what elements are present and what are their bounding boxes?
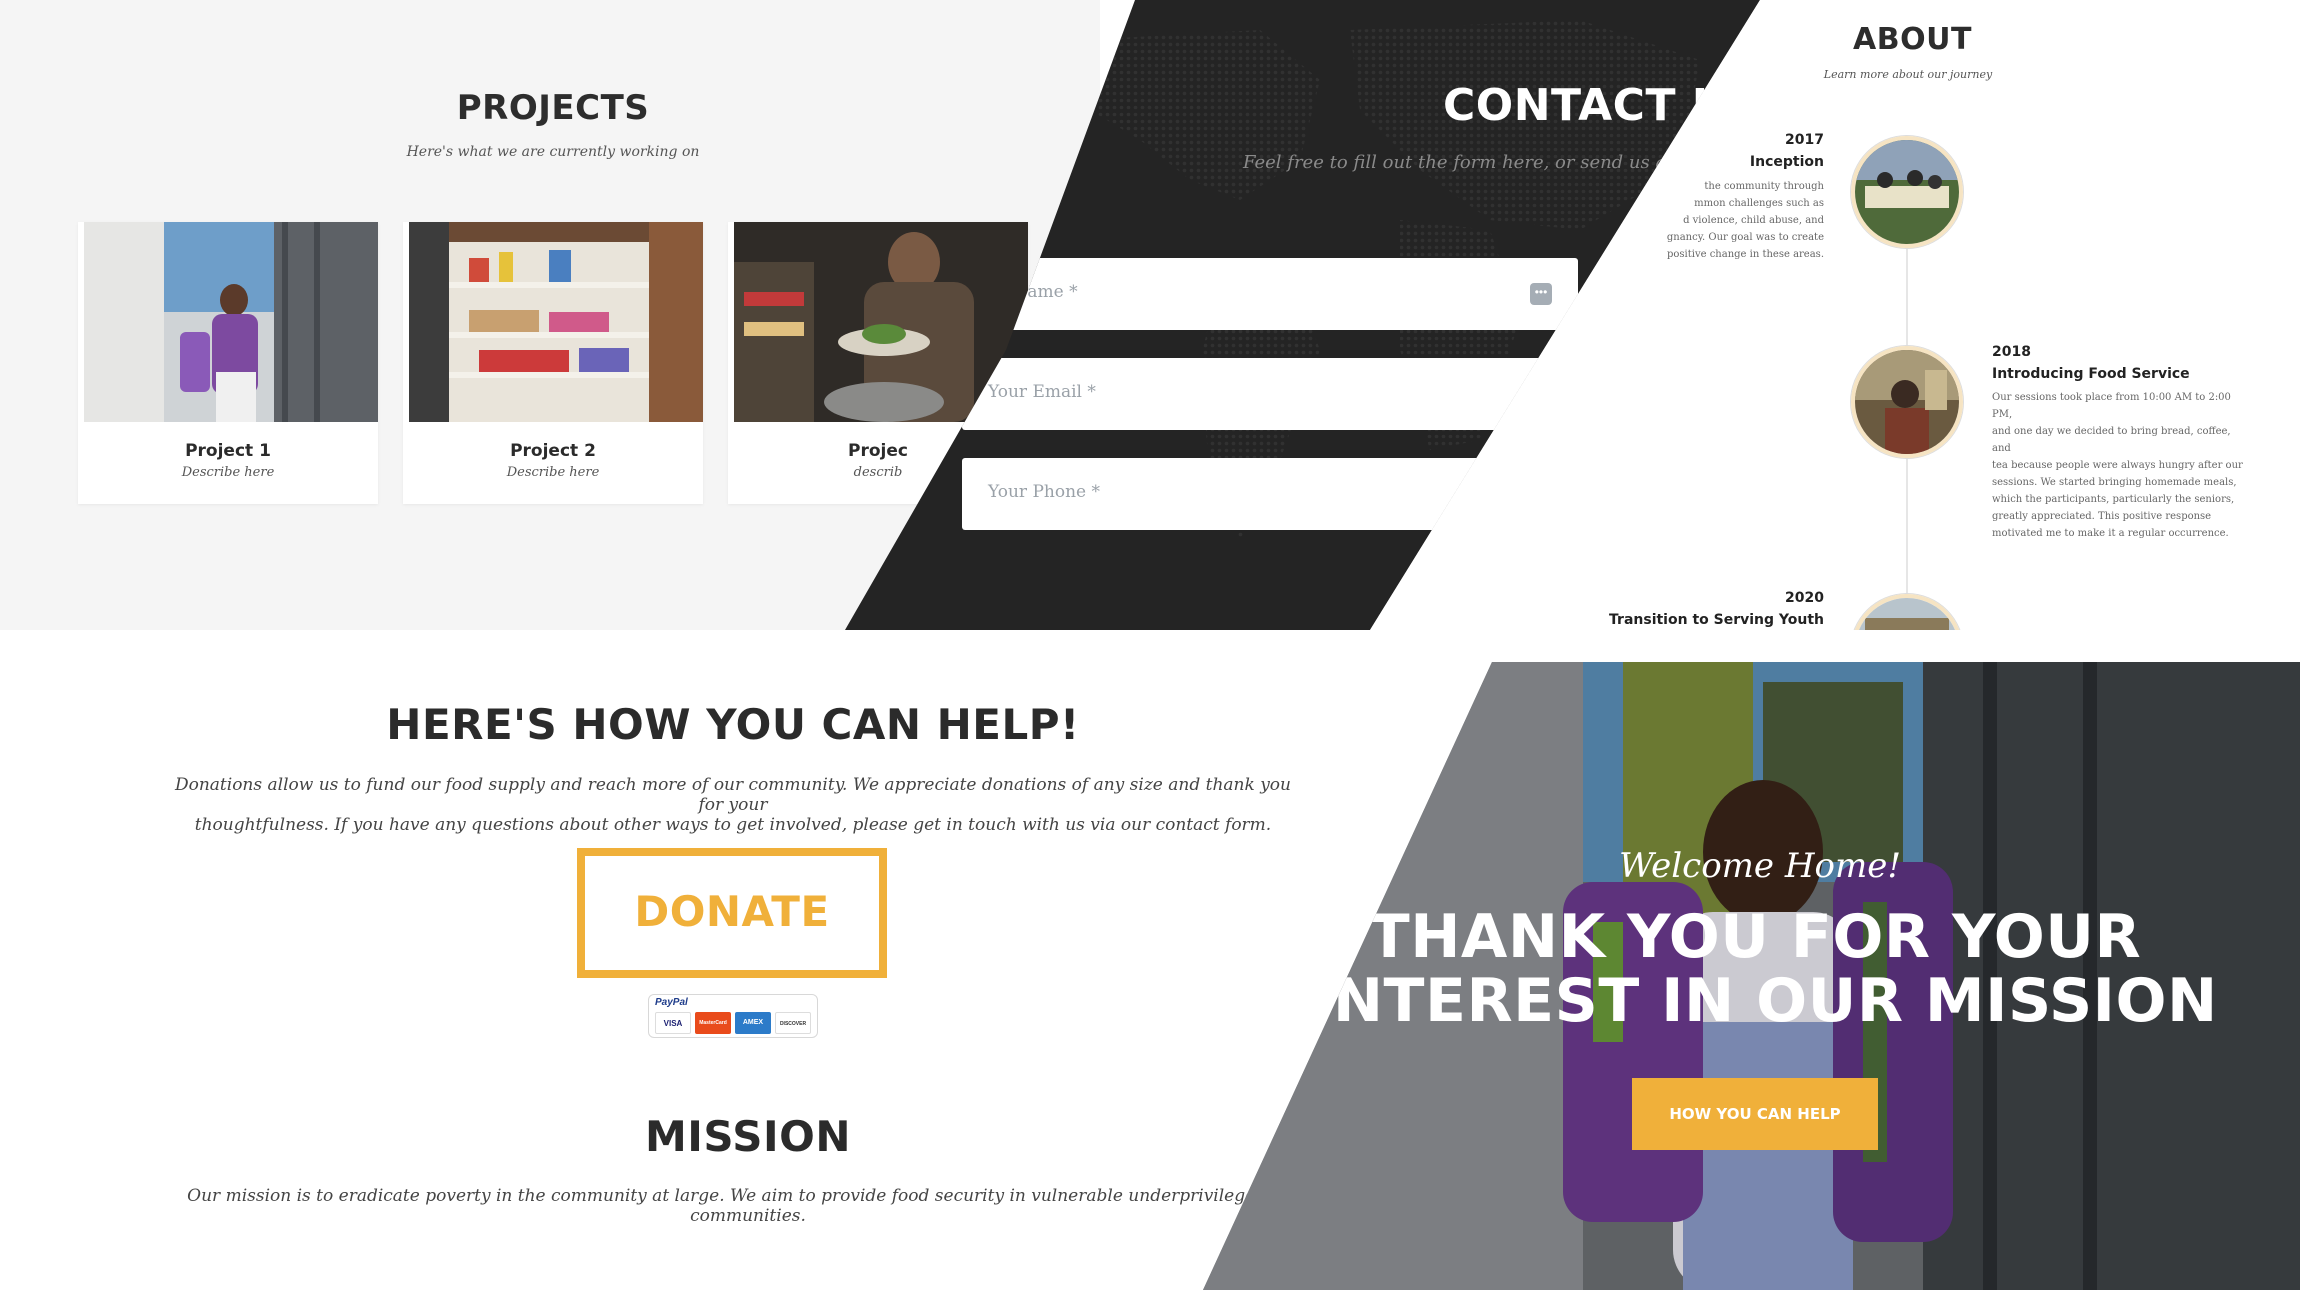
- name-field[interactable]: ur Name * •••: [962, 258, 1578, 330]
- paypal-logo: PayPal: [655, 997, 688, 1008]
- project-2-name: Project 2: [510, 441, 596, 461]
- timeline-title-food-service: Introducing Food Service: [1992, 366, 2190, 382]
- about-title: ABOUT: [1853, 22, 1972, 57]
- about-subtitle: Learn more about our journey: [1823, 68, 1993, 81]
- timeline-text-2018: Our sessions took place from 10:00 AM to…: [1992, 392, 2243, 539]
- project-card-1[interactable]: Project 1 Describe here: [78, 222, 378, 504]
- mission-text: Our mission is to eradicate poverty in t…: [187, 1186, 1309, 1226]
- autofill-icon[interactable]: •••: [1530, 283, 1552, 305]
- project-card-2[interactable]: Project 2 Describe here: [403, 222, 703, 504]
- timeline-title-serving-youth: Transition to Serving Youth: [1609, 612, 1824, 628]
- hero-welcome: Welcome Home!: [1619, 846, 1901, 886]
- timeline-year-2020: 2020: [1785, 590, 1824, 606]
- timeline-photo-2020: [1851, 594, 1963, 630]
- project-2-photo: [409, 222, 703, 422]
- amex-card-icon: AMEX: [735, 1012, 771, 1034]
- donate-button[interactable]: DONATE: [577, 848, 887, 978]
- visa-card-icon: VISA: [655, 1012, 691, 1034]
- project-2-desc: Describe here: [506, 465, 600, 480]
- how-you-can-help-button[interactable]: HOW YOU CAN HELP: [1632, 1078, 1878, 1150]
- project-1-photo: [84, 222, 378, 422]
- mastercard-icon: MasterCard: [695, 1012, 731, 1034]
- projects-subtitle: Here's what we are currently working on: [406, 144, 700, 160]
- discover-card-icon: DISCOVER: [775, 1012, 811, 1034]
- timeline-year-2018: 2018: [1992, 344, 2031, 360]
- timeline-photo-2017: [1851, 136, 1963, 248]
- project-1-name: Project 1: [185, 441, 271, 461]
- payment-methods-badge[interactable]: PayPal VISA MasterCard AMEX DISCOVER: [648, 994, 818, 1038]
- phone-placeholder: Your Phone *: [988, 482, 1100, 502]
- email-field[interactable]: Your Email *: [962, 358, 1578, 430]
- help-text: Donations allow us to fund our food supp…: [174, 775, 1291, 835]
- timeline-photo-2018: [1851, 346, 1963, 458]
- hero-headline-line1: THANK YOU FOR YOUR: [1368, 902, 2142, 972]
- email-placeholder: Your Email *: [988, 382, 1096, 402]
- projects-title: PROJECTS: [456, 88, 650, 128]
- help-title: HERE'S HOW YOU CAN HELP!: [386, 700, 1080, 749]
- project-1-desc: Describe here: [181, 465, 275, 480]
- hero-headline-line2: INTEREST IN OUR MISSION: [1310, 966, 2218, 1036]
